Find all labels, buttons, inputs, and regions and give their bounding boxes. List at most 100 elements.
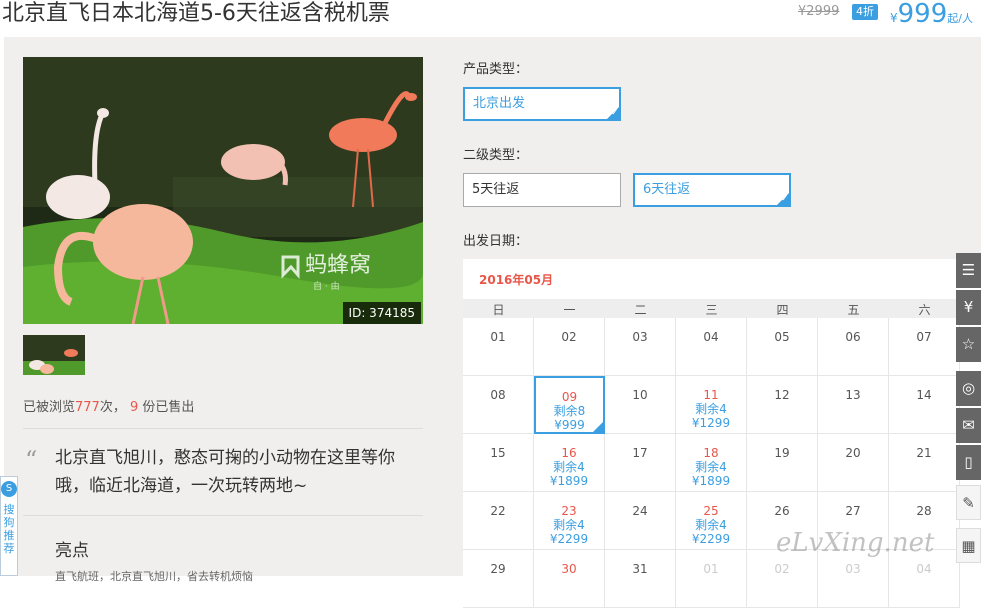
weibo-icon[interactable]: ◎: [956, 371, 981, 406]
option-label: 北京出发: [473, 96, 526, 111]
sub-type-option-5day[interactable]: 5天往返: [463, 173, 621, 207]
quote-icon: “: [25, 446, 38, 474]
calendar-day: 07: [889, 318, 960, 376]
day-number: 19: [774, 446, 790, 460]
price-value: 999: [897, 0, 948, 29]
calendar-day: 02: [534, 318, 605, 376]
product-type-option[interactable]: 北京出发: [463, 87, 621, 121]
day-number: 11: [703, 388, 719, 402]
calendar-day[interactable]: 25 剩余4 ¥2299: [676, 492, 747, 550]
weekday-label: 二: [634, 303, 647, 317]
calendar-month: 2016年05月: [479, 273, 554, 287]
day-number: 29: [490, 562, 506, 576]
day-number: 04: [703, 330, 719, 344]
wechat-icon[interactable]: ✉: [956, 408, 981, 443]
highlights-title: 亮点: [55, 541, 89, 561]
sold-suffix: 份已售出: [142, 400, 195, 415]
flamingo-photo: 蚂蜂窝 自 · 由: [23, 57, 423, 324]
day-number: 24: [632, 504, 648, 518]
calendar-day[interactable]: 18 剩余4 ¥1899: [676, 434, 747, 492]
list-icon[interactable]: ☰: [956, 253, 981, 288]
seats-remaining: 剩余8: [553, 404, 586, 418]
day-number: 17: [632, 446, 648, 460]
weekday-header: 日一二三四五六: [463, 299, 981, 318]
day-number: 20: [845, 446, 861, 460]
mobile-icon[interactable]: ▯: [956, 445, 981, 480]
view-count: 777: [75, 400, 100, 415]
divider: [23, 428, 423, 429]
day-price: ¥1899: [691, 474, 731, 488]
edit-icon[interactable]: ✎: [956, 485, 981, 520]
day-number: 01: [703, 562, 719, 576]
main-photo[interactable]: 蚂蜂窝 自 · 由 ID: 374185: [23, 57, 423, 324]
seats-remaining: 剩余4: [695, 518, 727, 532]
calendar-day[interactable]: 11 剩余4 ¥1299: [676, 376, 747, 434]
sogou-logo-icon: S: [1, 481, 17, 497]
yen-icon[interactable]: ¥: [956, 290, 981, 325]
calendar-day: 19: [747, 434, 818, 492]
product-description: 北京直飞旭川，憨态可掬的小动物在这里等你哦，临近北海道，一次玩转两地~: [55, 448, 395, 496]
seats-remaining: 剩余4: [695, 460, 727, 474]
calendar-day: 31: [605, 550, 676, 608]
highlight-item: 直飞航班，北京直飞旭川，省去转机烦恼: [55, 570, 253, 583]
day-number: 15: [490, 446, 506, 460]
calendar-day: 06: [818, 318, 889, 376]
sogou-text: 搜狗推荐: [3, 503, 15, 555]
calendar-day: 17: [605, 434, 676, 492]
calendar-day: 03: [605, 318, 676, 376]
calendar-day: 05: [747, 318, 818, 376]
day-number: 08: [490, 388, 506, 402]
calendar-day: 20: [818, 434, 889, 492]
thumbnail-image: [23, 335, 85, 375]
photo-thumbnail[interactable]: [23, 335, 85, 375]
day-number: 31: [632, 562, 648, 576]
calendar-day: 10: [605, 376, 676, 434]
day-number: 04: [916, 562, 932, 576]
sub-type-option-6day[interactable]: 6天往返: [633, 173, 791, 207]
weekday-label: 日: [492, 303, 505, 317]
site-watermark: eLvXing.net: [776, 528, 935, 558]
product-header: 北京直飞日本北海道5-6天往返含税机票 ¥2999 4折 ¥999起/人: [0, 0, 981, 36]
watermark-sub: 自 · 由: [313, 280, 340, 292]
calendar-day: 12: [747, 376, 818, 434]
day-number: 03: [632, 330, 648, 344]
photo-id: ID: 374185: [342, 302, 421, 324]
calendar-day: 22: [463, 492, 534, 550]
seats-remaining: 剩余4: [695, 402, 727, 416]
seats-remaining: 剩余4: [553, 518, 585, 532]
option-label: 5天往返: [472, 182, 520, 197]
calendar-day[interactable]: 09 剩余8 ¥999: [534, 376, 605, 434]
day-number: 26: [774, 504, 790, 518]
day-number: 02: [774, 562, 790, 576]
date-label: 出发日期：: [463, 234, 529, 249]
day-number: 27: [845, 504, 861, 518]
calendar-day: 04: [676, 318, 747, 376]
day-number: 16: [561, 446, 577, 460]
calendar-day[interactable]: 30: [534, 550, 605, 608]
star-icon[interactable]: ☆: [956, 327, 981, 362]
day-number: 09: [561, 390, 578, 404]
seats-remaining: 剩余4: [553, 460, 585, 474]
views-suffix: 次，: [99, 400, 126, 415]
product-type-label: 产品类型：: [463, 62, 529, 77]
day-number: 05: [774, 330, 790, 344]
sales-stats: 已被浏览777次， 9 份已售出: [23, 396, 194, 415]
calendar-day: 01: [463, 318, 534, 376]
day-number: 10: [632, 388, 648, 402]
day-number: 14: [916, 388, 932, 402]
weekday-label: 一: [563, 303, 576, 317]
option-label: 6天往返: [643, 182, 691, 197]
product-title: 北京直飞日本北海道5-6天往返含税机票: [2, 1, 390, 26]
day-price: ¥1899: [549, 474, 589, 488]
day-number: 03: [845, 562, 861, 576]
calendar-day[interactable]: 16 剩余4 ¥1899: [534, 434, 605, 492]
sogou-recommend-tab[interactable]: S 搜狗推荐: [0, 476, 18, 576]
qr-icon[interactable]: ▦: [956, 528, 981, 563]
calendar-day[interactable]: 23 剩余4 ¥2299: [534, 492, 605, 550]
stats-prefix: 已被浏览: [23, 400, 76, 415]
calendar-day: 03: [818, 550, 889, 608]
calendar-day: 01: [676, 550, 747, 608]
calendar-day: 02: [747, 550, 818, 608]
original-price: ¥2999: [798, 4, 840, 19]
day-number: 28: [916, 504, 932, 518]
